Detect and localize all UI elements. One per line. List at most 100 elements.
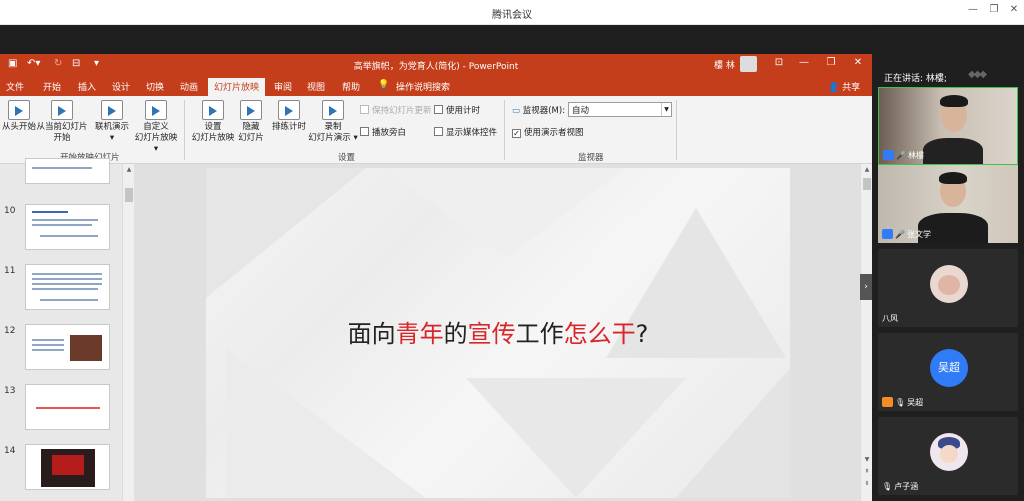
show-media-controls-checkbox[interactable]: 显示媒体控件: [434, 126, 497, 138]
slide-thumbnail-11[interactable]: [25, 264, 110, 310]
rehearse-timings-button[interactable]: 排练计时: [270, 100, 308, 133]
from-current-label-2: 开始: [53, 133, 71, 143]
meeting-title: 腾讯会议: [492, 10, 532, 21]
slide-thumbnail-12[interactable]: [25, 324, 110, 370]
checkbox-icon: [434, 127, 443, 136]
slide-number: 10: [4, 206, 16, 216]
save-icon[interactable]: ▣: [8, 58, 17, 69]
user-avatar[interactable]: [740, 56, 757, 72]
from-current-slide-button[interactable]: 从当前幻灯片 开始: [36, 100, 88, 144]
current-slide[interactable]: 面向青年的宣传工作怎么干?: [206, 168, 790, 498]
ppt-close-button[interactable]: ✕: [850, 57, 866, 73]
thumbnail-text: [32, 339, 64, 341]
audio-wave-icon: ◆◆◆: [968, 69, 987, 80]
presenter-view-checkbox[interactable]: ✓ 使用演示者视图: [512, 126, 584, 138]
ribbon-tabs: 文件 开始 插入 设计 切换 动画 幻灯片放映 审阅 视图 帮助 💡 操作说明搜…: [0, 76, 872, 96]
participant-hair: [939, 172, 967, 184]
participant-tile[interactable]: 🎤 张文学: [878, 165, 1018, 243]
scrollbar-thumb[interactable]: [863, 178, 871, 190]
slide-thumbnail-13[interactable]: [25, 384, 110, 430]
tab-animations[interactable]: 动画: [180, 80, 198, 93]
tab-file[interactable]: 文件: [6, 80, 24, 93]
slide-editing-area: 面向青年的宣传工作怎么干?: [134, 164, 860, 501]
thumbnail-text: [32, 344, 64, 346]
minimize-button[interactable]: —: [964, 4, 982, 20]
microphone-muted-icon: 🎙: [882, 482, 893, 491]
tab-review[interactable]: 审阅: [274, 80, 292, 93]
tab-view[interactable]: 视图: [307, 80, 325, 93]
timer-icon: [278, 100, 300, 120]
thumbnails-scrollbar[interactable]: ▲: [122, 164, 134, 501]
tab-slide-show[interactable]: 幻灯片放映: [208, 78, 266, 96]
avatar-face: [938, 275, 960, 295]
slide-thumbnail-10[interactable]: [25, 204, 110, 250]
slide-scrollbar[interactable]: ▲ ▼ ⇞ ⇟: [860, 164, 872, 501]
slide-thumbnail-14[interactable]: [25, 444, 110, 490]
slide-thumbnail-9[interactable]: [25, 158, 110, 184]
redo-icon[interactable]: ↻: [54, 58, 62, 69]
setup-group-label: 设置: [338, 153, 356, 163]
avatar-face: [940, 445, 958, 463]
monitor-icon: ▭: [512, 106, 523, 116]
tab-home[interactable]: 开始: [43, 80, 61, 93]
present-icon[interactable]: ⊟: [72, 58, 80, 69]
ppt-user-name[interactable]: 樓 林: [714, 58, 735, 71]
present-online-button[interactable]: 联机演示 ▾: [92, 100, 132, 144]
slide-decoration: [676, 368, 790, 498]
play-current-icon: [51, 100, 73, 120]
use-timings-label: 使用计时: [446, 106, 481, 116]
microphone-muted-icon: 🎙: [895, 398, 906, 407]
undo-icon[interactable]: ↶▾: [27, 58, 40, 69]
hide-label: 隐藏: [242, 122, 260, 132]
thumbnail-text: [32, 211, 68, 213]
set-up-slide-show-button[interactable]: 设置 幻灯片放映: [190, 100, 236, 144]
meeting-titlebar: 腾讯会议 — ❐ ✕: [0, 0, 1024, 25]
setup-icon: [202, 100, 224, 120]
ppt-minimize-button[interactable]: —: [796, 57, 812, 73]
monitor-value: 自动: [572, 106, 590, 116]
share-button[interactable]: 👤 共享: [828, 80, 860, 93]
participant-tile[interactable]: 吴超 🎙 吴超: [878, 333, 1018, 411]
scrollbar-thumb[interactable]: [125, 188, 133, 202]
participant-name-label: 林樓: [907, 151, 924, 160]
from-beginning-button[interactable]: 从头开始: [2, 100, 36, 133]
ppt-restore-button[interactable]: ❐: [823, 57, 839, 73]
from-beginning-label: 从头开始: [2, 122, 37, 132]
tab-transitions[interactable]: 切换: [146, 80, 164, 93]
hide-label-2: 幻灯片: [238, 133, 264, 143]
tab-design[interactable]: 设计: [112, 80, 130, 93]
keep-slides-updated-checkbox[interactable]: 保持幻灯片更新: [360, 104, 432, 116]
slide-thumbnails-pane: 10 11 12 13 14: [0, 158, 122, 501]
customize-toolbar-icon[interactable]: ▾: [94, 58, 99, 69]
tab-insert[interactable]: 插入: [78, 80, 96, 93]
participant-name: 🎙 吴超: [882, 397, 923, 408]
tell-me-search[interactable]: 操作说明搜索: [396, 80, 450, 93]
play-narrations-checkbox[interactable]: 播放旁白: [360, 126, 406, 138]
collapse-panel-icon[interactable]: ›: [860, 274, 872, 300]
participant-tile[interactable]: 🎤 林樓: [878, 87, 1018, 165]
rehearse-label: 排练计时: [271, 122, 306, 132]
keep-updated-label: 保持幻灯片更新: [372, 106, 432, 116]
ribbon-display-button[interactable]: ⊡: [771, 57, 787, 73]
slide-number: 12: [4, 326, 16, 336]
slide-decoration: [466, 378, 686, 498]
record-icon: [322, 100, 344, 120]
participant-tile[interactable]: 🎙 卢子涵: [878, 417, 1018, 495]
custom-slide-show-button[interactable]: 自定义 幻灯片放映 ▾: [132, 100, 180, 155]
record-slide-show-button[interactable]: 录制 幻灯片演示 ▾: [308, 100, 358, 144]
monitor-label-row: ▭ 监视器(M):: [512, 104, 565, 116]
participant-avatar: [930, 433, 968, 471]
restore-button[interactable]: ❐: [985, 4, 1003, 20]
hide-slide-button[interactable]: 隐藏 幻灯片: [236, 100, 266, 144]
presenter-view-label: 使用演示者视图: [524, 128, 584, 138]
participant-initial-avatar: 吴超: [930, 349, 968, 387]
tab-help[interactable]: 帮助: [342, 80, 360, 93]
close-button[interactable]: ✕: [1005, 4, 1023, 20]
participant-tile[interactable]: 八风: [878, 249, 1018, 327]
monitor-select[interactable]: 自动 ▼: [568, 102, 672, 117]
slide-number: 14: [4, 446, 16, 456]
microphone-icon: 🎤: [896, 151, 906, 160]
ppt-titlebar: ▣ ↶▾ ↻ ⊟ ▾ 高举旗帜，为党育人(简化) - PowerPoint 樓 …: [0, 54, 872, 76]
participant-name: 🎤 张文学: [882, 229, 931, 240]
use-timings-checkbox[interactable]: 使用计时: [434, 104, 480, 116]
